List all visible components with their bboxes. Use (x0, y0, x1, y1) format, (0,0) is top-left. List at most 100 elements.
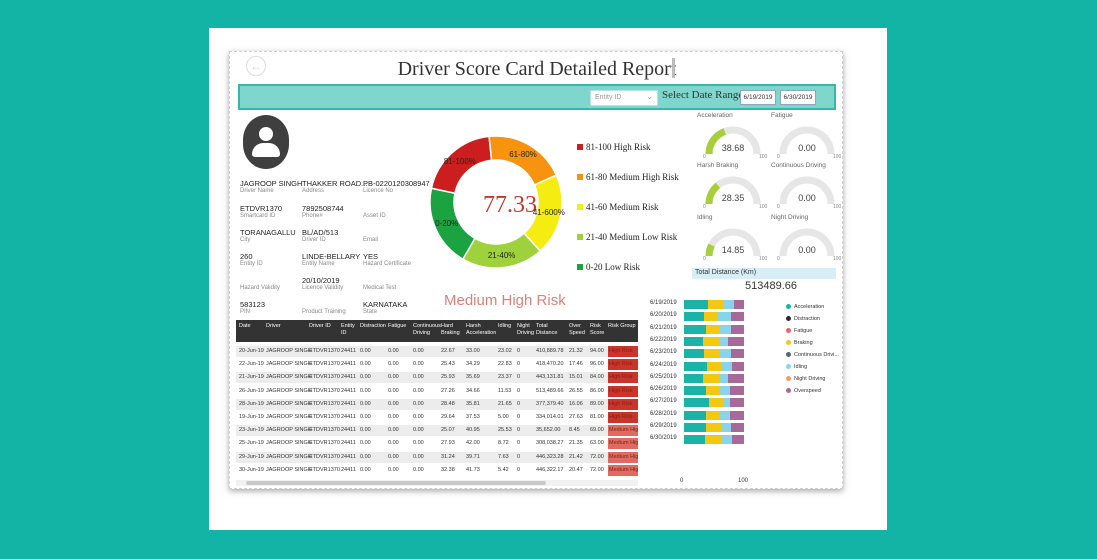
table-row[interactable]: 20-Jun-19 JAGROOP SINGH ETDVR1370 24411 0.00… (236, 346, 638, 357)
chart-bar-segment[interactable] (727, 336, 744, 346)
chart-bar-segment[interactable] (723, 300, 735, 309)
table-row[interactable]: 23-Jun-19 JAGROOP SINGH ETDVR1370 24411 0.00… (236, 425, 638, 437)
chart-bar[interactable] (684, 398, 744, 408)
chart-bar-segment[interactable] (706, 386, 720, 396)
chart-bar-segment[interactable] (708, 300, 724, 309)
chart-legend-item[interactable]: Distraction (786, 316, 820, 322)
chart-bar-segment[interactable] (684, 324, 706, 334)
table-column-header[interactable]: Entity ID (341, 323, 359, 337)
chart-bar-segment[interactable] (718, 312, 731, 322)
chart-bar-segment[interactable] (708, 398, 724, 408)
chart-bar-segment[interactable] (734, 300, 744, 309)
table-row[interactable]: 30-Jun-19 JAGROOP SINGH ETDVR1370 24411 0.00… (236, 464, 638, 476)
table-column-header[interactable]: Continuous Driving (413, 323, 441, 337)
chart-bar-segment[interactable] (727, 373, 744, 383)
table-cell: ETDVR1370 (309, 453, 340, 460)
chart-bar-segment[interactable] (718, 324, 731, 334)
chart-bar-segment[interactable] (684, 312, 704, 322)
chart-bar-segment[interactable] (721, 361, 732, 371)
chart-bar-segment[interactable] (729, 410, 744, 420)
chart-bar[interactable] (684, 349, 744, 359)
chart-bar-segment[interactable] (705, 324, 719, 334)
table-column-header[interactable]: Total Distance (536, 323, 568, 337)
chart-bar[interactable] (684, 300, 744, 309)
table-column-header[interactable]: Risk Group (608, 323, 637, 330)
chart-legend-item[interactable]: Continuous Drivi... (786, 352, 839, 358)
chart-bar-segment[interactable] (684, 300, 708, 309)
chart-bar-segment[interactable] (703, 336, 720, 346)
table-cell: 0.00 (360, 400, 371, 407)
chart-bar-segment[interactable] (684, 435, 705, 445)
chart-bar-segment[interactable] (705, 423, 723, 432)
table-column-header[interactable]: Driver ID (309, 323, 340, 330)
table-column-header[interactable]: Distraction (360, 323, 387, 330)
chart-bar-segment[interactable] (684, 361, 708, 371)
chart-bar-segment[interactable] (684, 410, 706, 420)
chart-bar-segment[interactable] (719, 386, 731, 396)
table-column-header[interactable]: Driver (266, 323, 308, 330)
chart-bar-segment[interactable] (719, 336, 728, 346)
chart-bar-segment[interactable] (684, 386, 707, 396)
date-from-input[interactable]: 6/19/2019 (740, 90, 776, 105)
table-column-header[interactable]: Hard Braking (441, 323, 465, 337)
chart-bar[interactable] (684, 361, 744, 371)
chart-bar-segment[interactable] (730, 312, 744, 322)
chart-legend-item[interactable]: Overspeed (786, 388, 821, 394)
chart-bar-segment[interactable] (704, 349, 720, 359)
table-row[interactable]: 28-Jun-19 JAGROOP SINGH ETDVR1370 24411 0.00… (236, 398, 638, 410)
table-column-header[interactable]: Risk Score (590, 323, 607, 337)
chart-legend-item[interactable]: Acceleration (786, 304, 824, 310)
chart-bar[interactable] (684, 423, 744, 432)
chart-bar[interactable] (684, 336, 744, 346)
chart-bar-segment[interactable] (684, 349, 705, 359)
chart-bar-segment[interactable] (719, 410, 730, 420)
chart-bar-segment[interactable] (731, 423, 744, 432)
chart-bar-segment[interactable] (719, 349, 731, 359)
table-row[interactable]: 25-Jun-19 JAGROOP SINGH ETDVR1370 24411 0.00… (236, 438, 638, 450)
chart-bar[interactable] (684, 324, 744, 334)
chart-bar[interactable] (684, 410, 744, 420)
chart-legend-item[interactable]: Braking (786, 340, 813, 346)
table-column-header[interactable]: Over Speed (569, 323, 589, 337)
table-row[interactable]: 26-Jun-19 JAGROOP SINGH ETDVR1370 24411 0.00… (236, 385, 638, 397)
chart-bar-segment[interactable] (703, 373, 720, 383)
chart-bar-segment[interactable] (707, 361, 722, 371)
table-column-header[interactable]: Night Driving (517, 323, 535, 337)
chart-bar[interactable] (684, 312, 744, 322)
table-column-header[interactable]: Date (239, 323, 265, 330)
chart-bar-segment[interactable] (719, 373, 728, 383)
chart-bar-segment[interactable] (705, 410, 720, 420)
chart-bar-segment[interactable] (703, 312, 719, 322)
table-row[interactable]: 21-Jun-19 JAGROOP SINGH ETDVR1370 24411 0.00… (236, 372, 638, 384)
chart-bar[interactable] (684, 373, 744, 383)
chart-bar-segment[interactable] (684, 423, 706, 432)
chart-bar-segment[interactable] (730, 386, 744, 396)
table-column-header[interactable]: Harsh Acceleration (466, 323, 497, 337)
chart-legend-item[interactable]: Night Driving (786, 376, 825, 382)
donut-segment[interactable] (488, 135, 558, 186)
chart-bar-segment[interactable] (684, 373, 704, 383)
entity-id-dropdown[interactable]: Entity ID ⌄ (590, 90, 658, 106)
table-row[interactable]: 29-Jun-19 JAGROOP SINGH ETDVR1370 24411 0.00… (236, 451, 638, 463)
chart-bar-segment[interactable] (720, 435, 732, 445)
chart-bar-segment[interactable] (722, 423, 732, 432)
chart-bar-segment[interactable] (684, 336, 704, 346)
chart-bar-segment[interactable] (730, 349, 744, 359)
chart-legend-item[interactable]: Fatigue (786, 328, 812, 334)
chart-bar-segment[interactable] (705, 435, 721, 445)
chart-bar-segment[interactable] (729, 398, 744, 408)
table-row[interactable]: 19-Jun-19 JAGROOP SINGH ETDVR1370 24411 0.00… (236, 412, 638, 423)
chart-bar[interactable] (684, 386, 744, 396)
date-to-input[interactable]: 6/30/2019 (780, 90, 816, 105)
table-horizontal-scrollbar[interactable] (236, 480, 638, 486)
table-column-header[interactable]: Idling (498, 323, 516, 330)
chart-legend-item[interactable]: Idling (786, 364, 807, 370)
scrollbar-thumb[interactable] (246, 481, 546, 485)
chart-bar[interactable] (684, 435, 744, 445)
chart-bar-segment[interactable] (684, 398, 709, 408)
table-row[interactable]: 22-Jun-19 JAGROOP SINGH ETDVR1370 24411 0.00… (236, 359, 638, 371)
chart-bar-segment[interactable] (731, 435, 744, 445)
table-column-header[interactable]: Fatigue (388, 323, 412, 330)
chart-bar-segment[interactable] (731, 361, 744, 371)
chart-bar-segment[interactable] (730, 324, 744, 334)
